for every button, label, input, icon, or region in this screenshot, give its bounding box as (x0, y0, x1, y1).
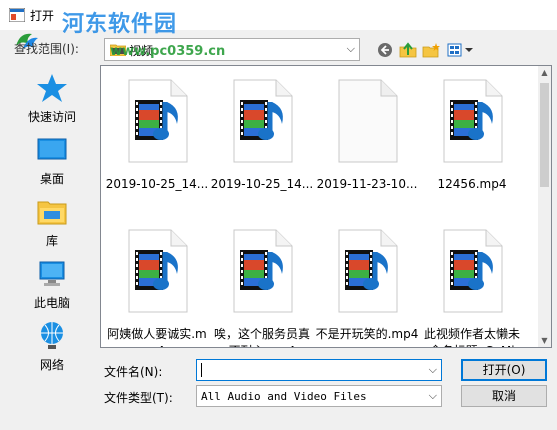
filetype-select[interactable]: All Audio and Video Files ⌵ (196, 385, 442, 407)
vertical-scrollbar[interactable]: ▲ ▼ (538, 66, 551, 347)
text-caret (201, 363, 202, 377)
place-label: 网络 (39, 358, 64, 372)
file-item[interactable]: 2019-11-23-10... (315, 68, 419, 218)
computer-icon (39, 261, 65, 286)
file-name: 不是开玩笑的.mp4 (315, 327, 419, 341)
back-icon (378, 43, 392, 57)
place-library[interactable]: 库 (8, 194, 96, 254)
view-menu-button[interactable] (446, 40, 474, 60)
app-icon (9, 8, 25, 22)
view-menu-icon (447, 43, 473, 57)
scroll-down-icon[interactable]: ▼ (538, 334, 551, 347)
back-button[interactable] (375, 40, 395, 60)
file-name: 唉，这个服务员真不耐心.mp4 (213, 327, 310, 347)
filename-label: 文件名(N): (104, 365, 163, 379)
file-item[interactable]: 此视频作者太懒未命名标题eCnMi (420, 218, 524, 347)
file-item[interactable]: 不是开玩笑的.mp4 (315, 218, 419, 347)
star-icon (37, 74, 67, 102)
look-in-label: 查找范围(I): (14, 42, 79, 56)
places-bar: 快速访问 桌面 库 此电脑 网络 (8, 66, 96, 372)
file-list[interactable]: 2019-10-25_14... 2019-10-25_14... 2019-1… (100, 65, 552, 348)
place-label: 桌面 (39, 172, 64, 186)
file-item[interactable]: 唉，这个服务员真不耐心.mp4 (210, 218, 314, 347)
file-item[interactable]: 2019-10-25_14... (210, 68, 314, 218)
file-item[interactable]: 阿姨做人要诚实.mp4 (105, 218, 209, 347)
media-file-icon (233, 79, 293, 163)
desktop-icon (37, 138, 67, 160)
media-file-icon (443, 79, 503, 163)
place-this-pc[interactable]: 此电脑 (8, 256, 96, 316)
media-file-icon (128, 229, 188, 313)
place-label: 快速访问 (27, 110, 76, 124)
file-name: 阿姨做人要诚实.mp4 (107, 327, 207, 347)
window-title: 打开 (30, 9, 55, 23)
place-label: 库 (45, 234, 58, 248)
media-file-icon (338, 229, 398, 313)
library-icon (37, 201, 67, 225)
media-file-icon (128, 79, 188, 163)
chevron-down-icon[interactable]: ⌵ (347, 42, 355, 56)
file-name: 2019-11-23-10... (316, 177, 418, 191)
cancel-button[interactable]: 取消 (461, 385, 547, 407)
up-folder-button[interactable] (398, 40, 418, 60)
network-icon (41, 322, 63, 349)
place-label: 此电脑 (33, 296, 70, 310)
filetype-value: All Audio and Video Files (201, 390, 367, 403)
new-folder-icon (422, 43, 440, 58)
media-file-icon (233, 229, 293, 313)
scrollbar-thumb[interactable] (540, 83, 549, 187)
file-name: 2019-10-25_14... (105, 177, 209, 191)
file-item[interactable]: 2019-10-25_14... (105, 68, 209, 218)
filename-input[interactable]: ⌵ (196, 359, 442, 381)
place-network[interactable]: 网络 (8, 318, 96, 378)
file-name: 2019-10-25_14... (210, 177, 314, 191)
file-name: 此视频作者太懒未命名标题eCnMi (423, 327, 520, 347)
scroll-up-icon[interactable]: ▲ (538, 66, 551, 79)
blank-file-icon (338, 79, 398, 163)
place-desktop[interactable]: 桌面 (8, 132, 96, 192)
new-folder-button[interactable] (421, 40, 441, 60)
file-name: 12456.mp4 (437, 177, 507, 191)
title-bar: 打开 河东软件园 (0, 0, 557, 37)
watermark-url: www.pc0359.cn (110, 44, 226, 59)
chevron-down-icon[interactable]: ⌵ (429, 389, 437, 403)
watermark-text: 河东软件园 (62, 11, 178, 37)
open-button[interactable]: 打开(O) (461, 359, 547, 381)
up-folder-icon (399, 42, 417, 58)
filetype-label: 文件类型(T): (104, 391, 173, 405)
media-file-icon (443, 229, 503, 313)
chevron-down-icon[interactable]: ⌵ (429, 363, 437, 377)
file-item[interactable]: 12456.mp4 (420, 68, 524, 218)
place-quick-access[interactable]: 快速访问 (8, 70, 96, 130)
